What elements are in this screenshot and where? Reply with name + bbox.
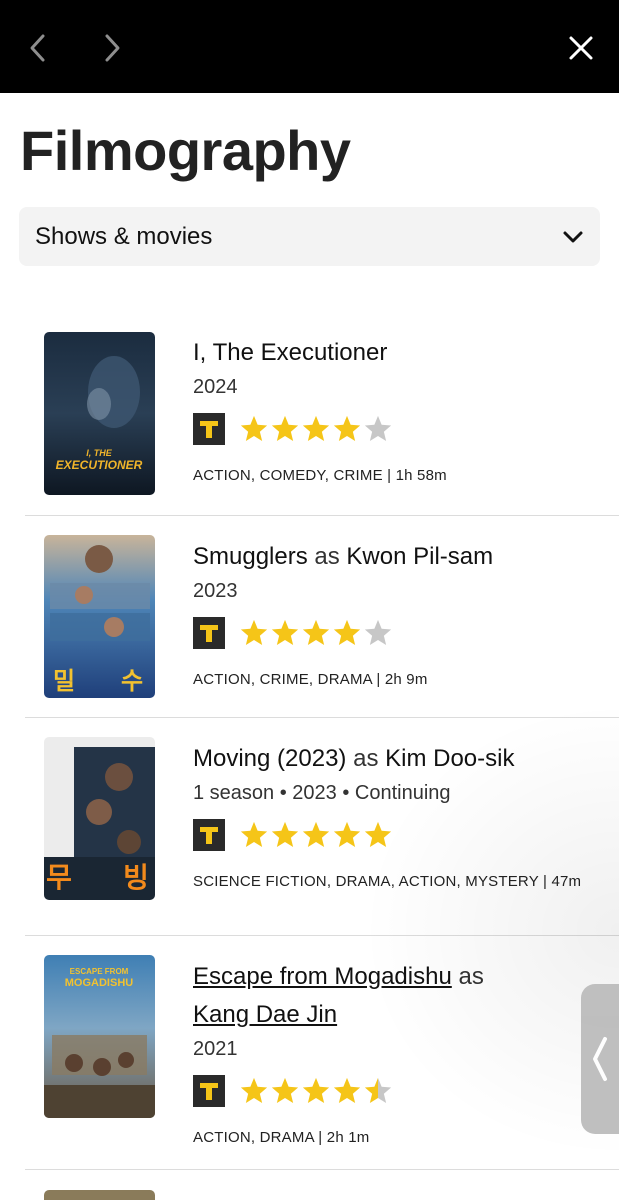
star-icon	[364, 619, 392, 645]
svg-text:무: 무	[46, 861, 72, 894]
rating	[193, 413, 589, 445]
t-badge-icon	[193, 819, 225, 851]
chevron-right-icon	[105, 34, 120, 62]
list-item[interactable]: ESCAPE FROM MOGADISHU Escape from Mogadi…	[25, 936, 619, 1170]
item-meta: 2023	[193, 580, 238, 602]
star-icon	[302, 1077, 330, 1103]
filter-dropdown[interactable]: Shows & movies	[19, 207, 600, 266]
item-title-link[interactable]: Escape from Mogadishu as Kang Dae Jin	[193, 958, 589, 1034]
svg-text:밀: 밀	[53, 667, 75, 695]
top-navigation-bar	[0, 0, 619, 93]
rating	[193, 617, 589, 649]
star-icon	[271, 1077, 299, 1103]
item-genres: ACTION, COMEDY, CRIME | 1h 58m	[193, 467, 447, 484]
star-icon	[364, 821, 392, 847]
star-icon	[364, 415, 392, 441]
svg-text:빙: 빙	[123, 861, 149, 894]
star-rating	[239, 618, 393, 648]
star-icon	[271, 619, 299, 645]
item-meta: 2024	[193, 376, 238, 398]
rating	[193, 819, 589, 851]
filter-selected-label: Shows & movies	[35, 222, 213, 250]
poster-image[interactable]	[44, 1190, 155, 1200]
poster-image[interactable]: 무 빙	[44, 737, 155, 900]
item-info: Moving (2023) as Kim Doo-sik 1 season • …	[193, 740, 589, 893]
star-icon	[302, 619, 330, 645]
poster-image[interactable]: 밀 수	[44, 535, 155, 698]
star-rating	[239, 820, 393, 850]
item-title[interactable]: Moving (2023) as Kim Doo-sik	[193, 740, 589, 778]
list-item[interactable]: I, THE EXECUTIONER I, The Executioner 20…	[25, 312, 619, 516]
star-icon	[333, 821, 361, 847]
side-panel-handle[interactable]	[581, 984, 619, 1134]
item-info: I, The Executioner 2024 ACTION, COMEDY, …	[193, 334, 589, 487]
item-genres: SCIENCE FICTION, DRAMA, ACTION, MYSTERY …	[193, 873, 582, 890]
list-item[interactable]: 밀 수 Smugglers as Kwon Pil-sam 2023 ACTIO…	[25, 516, 619, 718]
svg-text:EXECUTIONER: EXECUTIONER	[56, 458, 143, 472]
t-badge-icon	[193, 413, 225, 445]
star-rating	[239, 414, 393, 444]
star-icon	[240, 1077, 268, 1103]
star-icon	[271, 821, 299, 847]
page-title: Filmography	[20, 119, 351, 182]
item-title[interactable]: I, The Executioner	[193, 334, 589, 372]
svg-text:수: 수	[121, 667, 143, 695]
item-info: Escape from Mogadishu as Kang Dae Jin 20…	[193, 958, 589, 1149]
star-icon	[240, 821, 268, 847]
filmography-list: I, THE EXECUTIONER I, The Executioner 20…	[25, 312, 619, 1200]
svg-text:ESCAPE FROM: ESCAPE FROM	[70, 967, 129, 976]
item-title[interactable]: Smugglers as Kwon Pil-sam	[193, 538, 589, 576]
poster-image[interactable]: ESCAPE FROM MOGADISHU	[44, 955, 155, 1118]
star-rating	[239, 1076, 393, 1106]
svg-text:I, THE: I, THE	[86, 448, 112, 458]
star-icon	[240, 415, 268, 441]
list-item[interactable]: 무 빙 Moving (2023) as Kim Doo-sik 1 seaso…	[25, 718, 619, 936]
t-badge-icon	[193, 617, 225, 649]
list-item[interactable]	[25, 1170, 619, 1200]
poster-image[interactable]: I, THE EXECUTIONER	[44, 332, 155, 495]
close-icon	[569, 36, 593, 60]
star-icon	[240, 619, 268, 645]
svg-text:MOGADISHU: MOGADISHU	[65, 977, 134, 989]
item-meta: 2021	[193, 1038, 238, 1060]
item-genres: ACTION, CRIME, DRAMA | 2h 9m	[193, 671, 428, 688]
star-icon	[302, 821, 330, 847]
item-meta: 1 season • 2023 • Continuing	[193, 782, 451, 804]
close-button[interactable]	[561, 28, 601, 68]
chevron-down-icon	[563, 231, 583, 242]
star-icon	[271, 415, 299, 441]
star-icon	[302, 415, 330, 441]
star-icon	[333, 415, 361, 441]
t-badge-icon	[193, 1075, 225, 1107]
star-icon	[333, 1077, 361, 1103]
item-info: Smugglers as Kwon Pil-sam 2023 ACTION, C…	[193, 538, 589, 691]
forward-button[interactable]	[92, 28, 132, 68]
star-icon	[364, 1077, 392, 1103]
item-genres: ACTION, DRAMA | 2h 1m	[193, 1129, 370, 1146]
rating	[193, 1075, 589, 1107]
chevron-left-icon	[30, 34, 45, 62]
back-button[interactable]	[18, 28, 58, 68]
star-icon	[333, 619, 361, 645]
chevron-left-icon	[593, 1037, 607, 1081]
